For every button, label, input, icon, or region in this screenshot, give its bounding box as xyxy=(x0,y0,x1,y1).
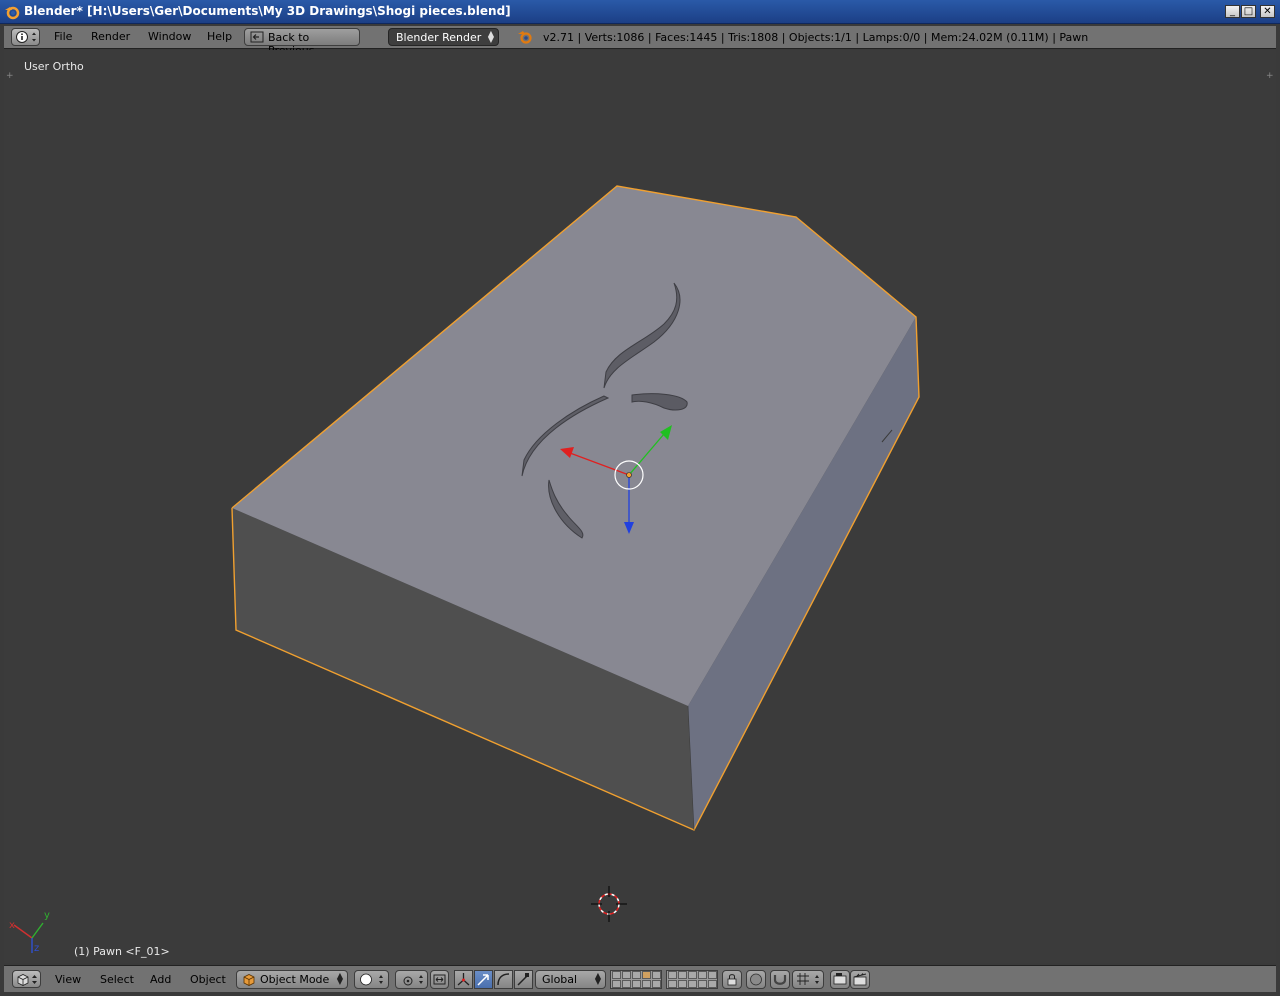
object-origin xyxy=(626,472,632,478)
editor-type-selector[interactable] xyxy=(12,970,41,988)
menu-help[interactable]: Help xyxy=(204,30,235,43)
scale-icon xyxy=(517,973,529,986)
3d-view-header: View Select Add Object Object Mode ▲ ▼ G… xyxy=(4,965,1276,992)
translate-manipulator-button[interactable] xyxy=(474,970,493,989)
layer-buttons-group-2[interactable] xyxy=(666,970,718,989)
back-arrow-icon xyxy=(250,31,264,43)
maximize-button[interactable]: □ xyxy=(1241,5,1256,18)
menu-file[interactable]: File xyxy=(51,30,75,43)
mode-selector[interactable]: Object Mode ▲ ▼ xyxy=(236,970,348,989)
mode-label: Object Mode xyxy=(260,973,330,986)
scene-canvas xyxy=(13,185,920,953)
scene-statistics: v2.71 | Verts:1086 | Faces:1445 | Tris:1… xyxy=(543,31,1089,44)
clapperboard-icon xyxy=(853,973,867,986)
back-to-previous-button[interactable]: Back to Previous xyxy=(244,28,360,57)
render-image-icon xyxy=(833,973,847,985)
transform-orientation-dropdown[interactable]: Global ▲ ▼ xyxy=(535,970,606,989)
proportional-edit-icon xyxy=(750,973,762,986)
window-title: Blender* [H:\Users\Ger\Documents\My 3D D… xyxy=(24,4,511,18)
snap-element-button[interactable] xyxy=(430,970,449,989)
window-title-bar: Blender* [H:\Users\Ger\Documents\My 3D D… xyxy=(0,0,1280,24)
translate-arrow-icon xyxy=(477,974,489,986)
info-header: File Render Window Help Back to Previous… xyxy=(4,26,1276,57)
y-axis-label: y xyxy=(44,910,50,921)
pivot-point-selector[interactable] xyxy=(395,970,428,989)
menu-select[interactable]: Select xyxy=(97,973,137,986)
proportional-editing-button[interactable] xyxy=(746,970,766,989)
menu-render[interactable]: Render xyxy=(88,30,133,43)
close-button[interactable]: ✕ xyxy=(1260,5,1275,18)
solid-shading-icon xyxy=(360,973,383,986)
x-axis-label: x xyxy=(9,920,15,931)
manipulator-icon xyxy=(457,973,470,986)
manipulator-toggle-button[interactable] xyxy=(454,970,473,989)
dropdown-arrows-icon: ▲ ▼ xyxy=(336,971,343,986)
menu-object[interactable]: Object xyxy=(187,973,229,986)
minimize-button[interactable]: _ xyxy=(1225,5,1240,18)
object-mode-icon xyxy=(243,974,255,986)
layer-buttons-group-1[interactable] xyxy=(610,970,662,989)
snap-grid-icon xyxy=(797,973,819,985)
opengl-render-button[interactable] xyxy=(830,970,850,989)
info-icon xyxy=(16,31,36,43)
lock-icon xyxy=(727,974,737,986)
editor-type-selector[interactable] xyxy=(11,28,40,46)
opengl-animation-button[interactable] xyxy=(850,970,870,989)
snap-target-selector[interactable] xyxy=(792,970,824,989)
viewport-shading-selector[interactable] xyxy=(354,970,389,989)
3d-viewport[interactable]: User Ortho + + x y z (1) Pawn <F_01> xyxy=(4,50,1276,963)
menu-add[interactable]: Add xyxy=(147,973,174,986)
render-engine-dropdown[interactable]: Blender Render ▲ ▼ xyxy=(388,28,499,46)
snap-toggle-button[interactable] xyxy=(770,970,790,989)
blender-logo-icon xyxy=(518,31,532,44)
rotate-manipulator-button[interactable] xyxy=(494,970,513,989)
lock-camera-button[interactable] xyxy=(722,970,742,989)
orientation-label: Global xyxy=(542,973,578,986)
snap-to-edges-icon xyxy=(433,974,446,985)
dropdown-arrows-icon: ▲ ▼ xyxy=(487,29,494,44)
scale-manipulator-button[interactable] xyxy=(514,970,533,989)
menu-view[interactable]: View xyxy=(52,973,84,986)
3d-view-icon xyxy=(17,974,37,986)
menu-window[interactable]: Window xyxy=(145,30,194,43)
magnet-icon xyxy=(773,975,787,985)
dropdown-arrows-icon: ▲ ▼ xyxy=(594,971,601,986)
pivot-point-icon xyxy=(403,975,423,986)
active-object-info: (1) Pawn <F_01> xyxy=(74,945,170,958)
blender-logo-icon xyxy=(5,6,20,20)
3d-cursor xyxy=(591,886,627,922)
z-axis-label: z xyxy=(34,943,40,954)
render-engine-label: Blender Render xyxy=(396,31,482,44)
rotate-arc-icon xyxy=(497,973,510,986)
